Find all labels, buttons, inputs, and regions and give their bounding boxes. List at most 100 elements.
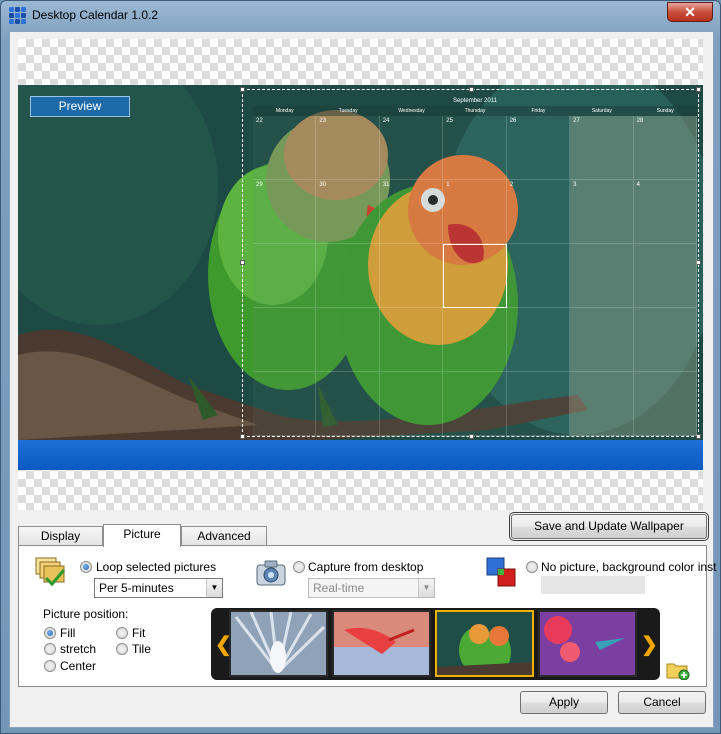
- tab-advanced[interactable]: Advanced: [181, 526, 267, 546]
- add-folder-icon[interactable]: [666, 660, 690, 680]
- calendar-day-cell: 2: [506, 180, 571, 244]
- apply-button[interactable]: Apply: [520, 691, 608, 714]
- weekday-label: Wednesday: [398, 108, 425, 114]
- position-fit-radio[interactable]: [116, 627, 128, 639]
- calendar-day-cell: [633, 372, 697, 436]
- calendar-app-icon: [9, 7, 26, 24]
- calendar-day-cell: 4: [633, 180, 697, 244]
- resize-handle[interactable]: [240, 87, 245, 92]
- calendar-day-cell: [379, 244, 444, 308]
- save-update-wallpaper-button[interactable]: Save and Update Wallpaper: [509, 512, 709, 541]
- calendar-cells: 22 23 24 25 26 27 28 29 30 31 1 2 3 4: [253, 116, 697, 436]
- position-tile-label[interactable]: Tile: [132, 642, 151, 656]
- interval-select[interactable]: Per 5-minutes ▼: [94, 578, 223, 598]
- calendar-day-cell: 3: [570, 180, 634, 244]
- cancel-button[interactable]: Cancel: [618, 691, 706, 714]
- calendar-day-cell: [570, 372, 634, 436]
- position-fill-label[interactable]: Fill: [60, 626, 75, 640]
- calendar-day-number: 26: [509, 118, 517, 124]
- title-bar[interactable]: Desktop Calendar 1.0.2 ✕: [1, 1, 720, 31]
- calendar-day-number: 24: [382, 118, 390, 124]
- no-picture-radio[interactable]: [526, 561, 538, 573]
- calendar-day-cell: [633, 244, 697, 308]
- window-title: Desktop Calendar 1.0.2: [32, 8, 159, 22]
- calendar-day-cell: [316, 244, 380, 308]
- chevron-down-icon[interactable]: ▼: [206, 579, 222, 597]
- next-arrow-icon[interactable]: ❯: [641, 632, 658, 657]
- position-center-radio[interactable]: [44, 660, 56, 672]
- weekday-label: Tuesday: [338, 108, 358, 114]
- picture-settings-panel: Loop selected pictures Per 5-minutes ▼ C…: [18, 545, 716, 687]
- chevron-down-icon: ▼: [418, 579, 434, 597]
- calendar-day-cell: 24: [379, 116, 444, 180]
- tab-picture[interactable]: Picture: [103, 524, 181, 547]
- background-color-swatch[interactable]: [541, 576, 645, 594]
- pictures-icon: [35, 557, 66, 587]
- calendar-day-cell: [443, 244, 507, 308]
- color-squares-icon: [486, 557, 516, 587]
- calendar-day-number: 29: [256, 182, 263, 188]
- weekday-label: Saturday: [591, 108, 612, 114]
- thumbnail-hummingbird[interactable]: [538, 610, 637, 677]
- calendar-day-cell: 22: [253, 116, 317, 180]
- calendar-day-number: 31: [382, 182, 390, 188]
- calendar-day-cell: [253, 244, 317, 308]
- calendar-day-number: 2: [509, 182, 514, 188]
- calendar-day-number: 22: [256, 118, 263, 124]
- tab-display[interactable]: Display: [18, 526, 103, 546]
- calendar-day-cell: 31: [379, 180, 444, 244]
- calendar-day-cell: [253, 308, 317, 372]
- calendar-overlay-frame[interactable]: September 2011 Monday Tuesday Wednesday …: [240, 87, 701, 439]
- calendar-day-cell: [506, 372, 571, 436]
- picture-position-heading: Picture position:: [43, 607, 129, 621]
- loop-pictures-label[interactable]: Loop selected pictures: [96, 560, 216, 574]
- thumbnail-strip: ❮ ❯: [211, 608, 660, 680]
- close-button[interactable]: ✕: [667, 2, 713, 22]
- resize-handle[interactable]: [240, 434, 245, 439]
- position-tile-radio[interactable]: [116, 643, 128, 655]
- position-fit-label[interactable]: Fit: [132, 626, 145, 640]
- thumbnail-white-peacock[interactable]: [229, 610, 328, 677]
- loop-pictures-radio[interactable]: [80, 561, 92, 573]
- position-center-label[interactable]: Center: [60, 659, 96, 673]
- calendar-day-number: 27: [573, 118, 580, 124]
- capture-mode-select: Real-time ▼: [308, 578, 435, 598]
- calendar-day-cell: [570, 244, 634, 308]
- calendar-day-cell: 25: [443, 116, 507, 180]
- interval-value: Per 5-minutes: [99, 581, 174, 595]
- calendar-day-number: 1: [446, 182, 450, 188]
- calendar-day-cell: [506, 244, 571, 308]
- calendar-day-number: 30: [319, 182, 327, 188]
- calendar-day-cell: [379, 372, 444, 436]
- calendar-day-cell: [253, 372, 317, 436]
- calendar-day-cell: [506, 308, 571, 372]
- resize-handle[interactable]: [240, 260, 245, 265]
- weekday-label: Monday: [275, 108, 294, 114]
- capture-desktop-label[interactable]: Capture from desktop: [308, 560, 423, 574]
- calendar-day-cell: [379, 308, 444, 372]
- calendar-day-number: 25: [446, 118, 453, 124]
- capture-desktop-radio[interactable]: [293, 561, 305, 573]
- calendar-day-cell: [570, 308, 634, 372]
- no-picture-label[interactable]: No picture, background color inst: [541, 560, 716, 574]
- calendar-day-cell: 27: [570, 116, 634, 180]
- calendar-day-cell: [443, 308, 507, 372]
- thumbnail-flamingo[interactable]: [332, 610, 431, 677]
- calendar-day-cell: [316, 372, 380, 436]
- calendar-day-number: 28: [636, 118, 644, 124]
- position-fill-radio[interactable]: [44, 627, 56, 639]
- position-stretch-radio[interactable]: [44, 643, 56, 655]
- resize-handle[interactable]: [696, 87, 701, 92]
- calendar-day-cell: [316, 308, 380, 372]
- calendar-day-cell: 26: [506, 116, 571, 180]
- calendar-day-cell: [633, 308, 697, 372]
- weekday-label: Sunday: [656, 108, 674, 114]
- taskbar-preview: [18, 440, 703, 470]
- position-stretch-label[interactable]: stretch: [60, 642, 96, 656]
- capture-mode-value: Real-time: [313, 581, 365, 595]
- preview-button[interactable]: Preview: [30, 96, 130, 117]
- weekday-label: Friday: [531, 108, 546, 114]
- calendar-weekday-header: Monday Tuesday Wednesday Thursday Friday…: [253, 106, 697, 116]
- thumbnail-lovebirds[interactable]: [435, 610, 534, 677]
- resize-handle[interactable]: [469, 87, 474, 92]
